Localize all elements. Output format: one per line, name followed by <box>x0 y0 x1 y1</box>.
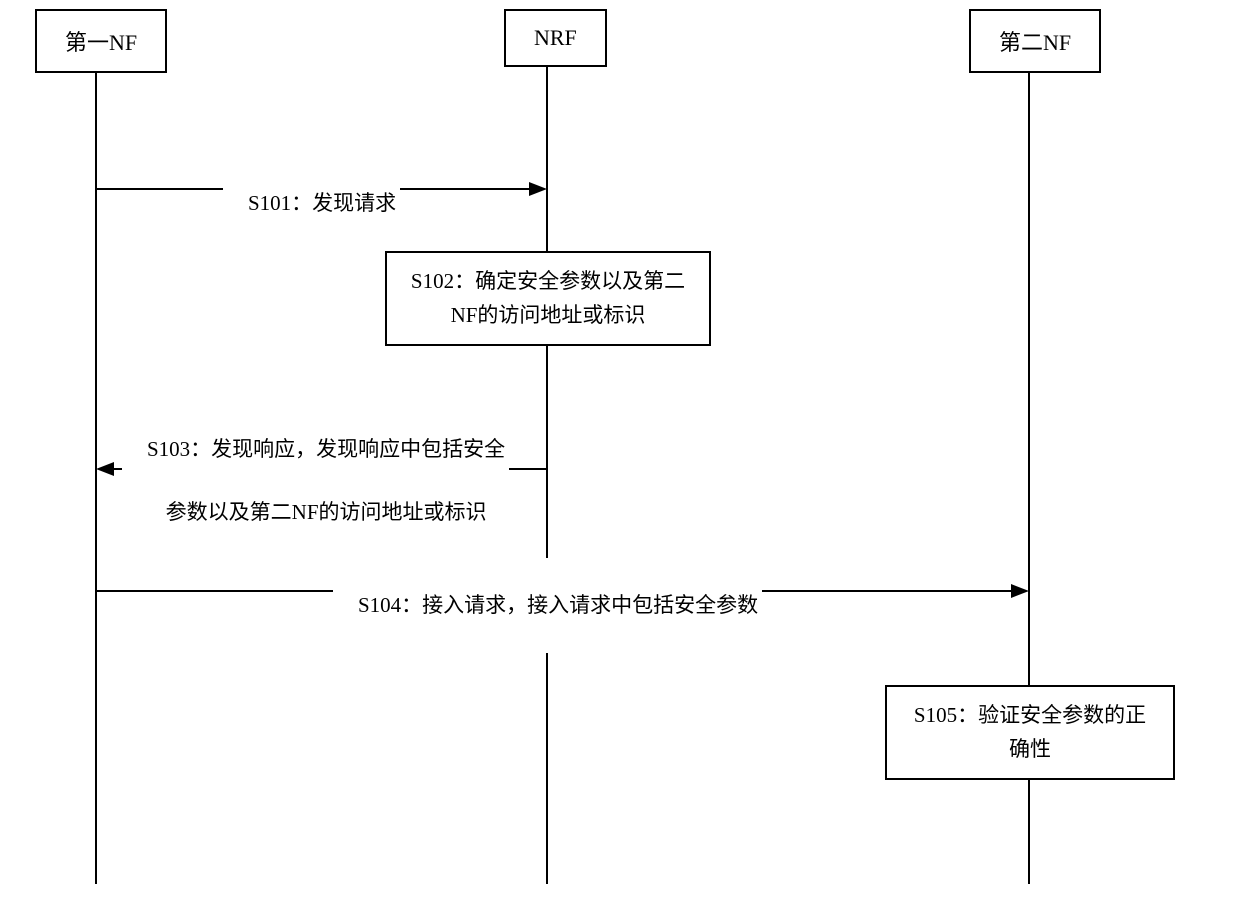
proc-text: S105：验证安全参数的正确性 <box>905 699 1155 766</box>
arrow-head-s103 <box>96 462 114 476</box>
proc-text-line2: NF的访问地址或标识 <box>451 303 646 327</box>
process-s102: S102：确定安全参数以及第二 NF的访问地址或标识 <box>385 251 711 346</box>
label-s101: S101：发现请求 <box>223 156 400 251</box>
arrow-head-s101 <box>529 182 547 196</box>
participant-first-nf: 第一NF <box>35 9 167 73</box>
participant-second-nf: 第二NF <box>969 9 1101 73</box>
label-text: S104：接入请求，接入请求中包括安全参数 <box>358 593 758 617</box>
participant-label: NRF <box>534 25 577 51</box>
label-s104: S104：接入请求，接入请求中包括安全参数 <box>333 558 762 653</box>
participant-nrf: NRF <box>504 9 607 67</box>
arrow-head-s104 <box>1011 584 1029 598</box>
proc-text-line1: S102：确定安全参数以及第二 <box>411 269 685 293</box>
label-text-line1: S103：发现响应，发现响应中包括安全 <box>147 437 505 461</box>
sequence-diagram: 第一NF NRF 第二NF S101：发现请求 S102：确定安全参数以及第二 … <box>0 0 1239 898</box>
participant-label: 第一NF <box>65 25 137 57</box>
label-s103: S103：发现响应，发现响应中包括安全 参数以及第二NF的访问地址或标识 <box>122 402 509 560</box>
participant-label: 第二NF <box>999 25 1071 57</box>
label-text-line2: 参数以及第二NF的访问地址或标识 <box>166 500 487 524</box>
process-s105: S105：验证安全参数的正确性 <box>885 685 1175 780</box>
label-text: S101：发现请求 <box>248 191 396 215</box>
